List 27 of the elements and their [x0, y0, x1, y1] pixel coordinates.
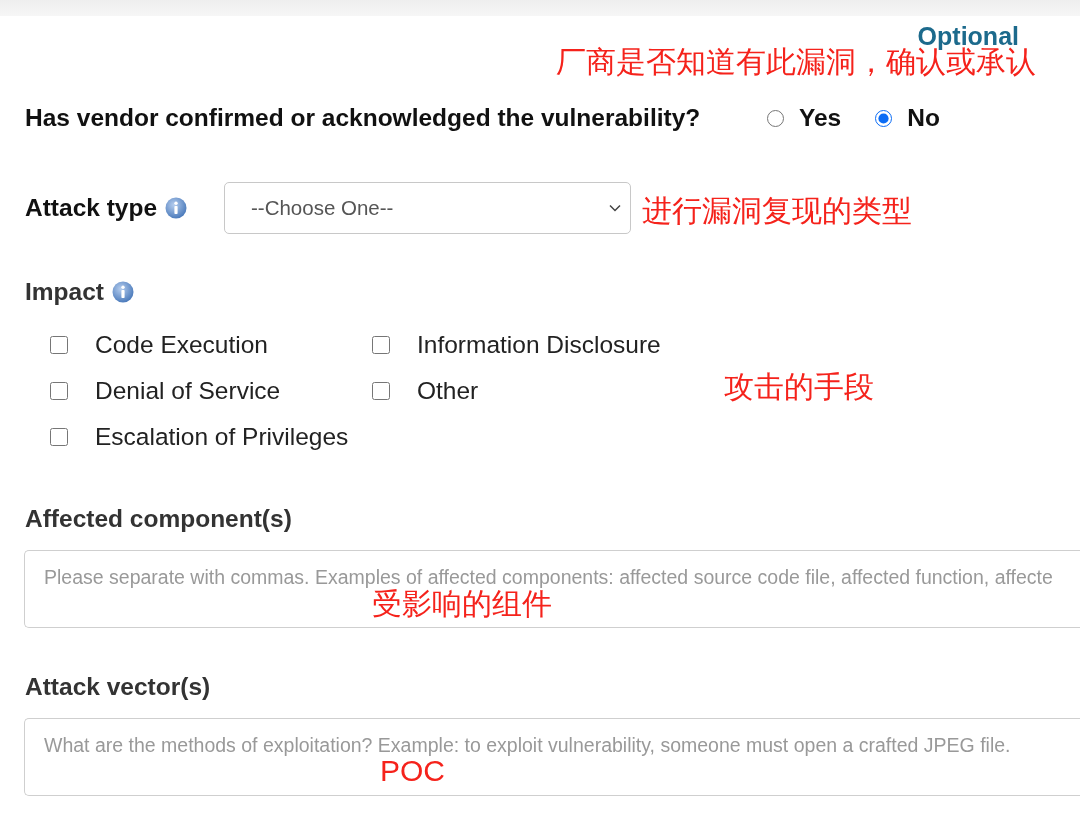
attack-type-select[interactable]: --Choose One-- — [224, 182, 631, 234]
checkbox-label: Other — [417, 377, 479, 405]
checkbox[interactable] — [50, 382, 68, 400]
checkbox[interactable] — [372, 336, 390, 354]
question-label: Has vendor confirmed or acknowledged the vulnerability? — [25, 104, 702, 132]
affected-components-label: Affected component(s) — [25, 505, 292, 533]
annotation-text: 攻击的手段 — [724, 372, 874, 402]
attack-vectors-label: Attack vector(s) — [25, 673, 211, 701]
checkbox[interactable] — [50, 336, 68, 354]
checkbox-label: Escalation of Privileges — [95, 423, 349, 451]
checkbox[interactable] — [372, 382, 390, 400]
radio-button[interactable] — [875, 109, 893, 127]
impact-label: Impact — [25, 278, 104, 306]
checkbox-label: Information Disclosure — [417, 331, 661, 359]
checkbox-label: Denial of Service — [95, 377, 281, 405]
radio-label: Yes — [799, 104, 842, 132]
attack-type-label: Attack type — [25, 194, 158, 222]
info-icon[interactable] — [165, 197, 188, 219]
annotation-text: 进行漏洞复现的类型 — [642, 196, 912, 226]
checkbox[interactable] — [50, 428, 68, 446]
chevron-icon — [609, 204, 621, 212]
radio-button[interactable] — [767, 109, 784, 127]
annotation-text: POC — [380, 756, 445, 786]
annotation-text: 受影响的组件 — [372, 589, 552, 619]
radio-label: No — [907, 104, 940, 132]
checkbox-label: Code Execution — [95, 331, 268, 359]
info-icon[interactable] — [111, 281, 134, 303]
